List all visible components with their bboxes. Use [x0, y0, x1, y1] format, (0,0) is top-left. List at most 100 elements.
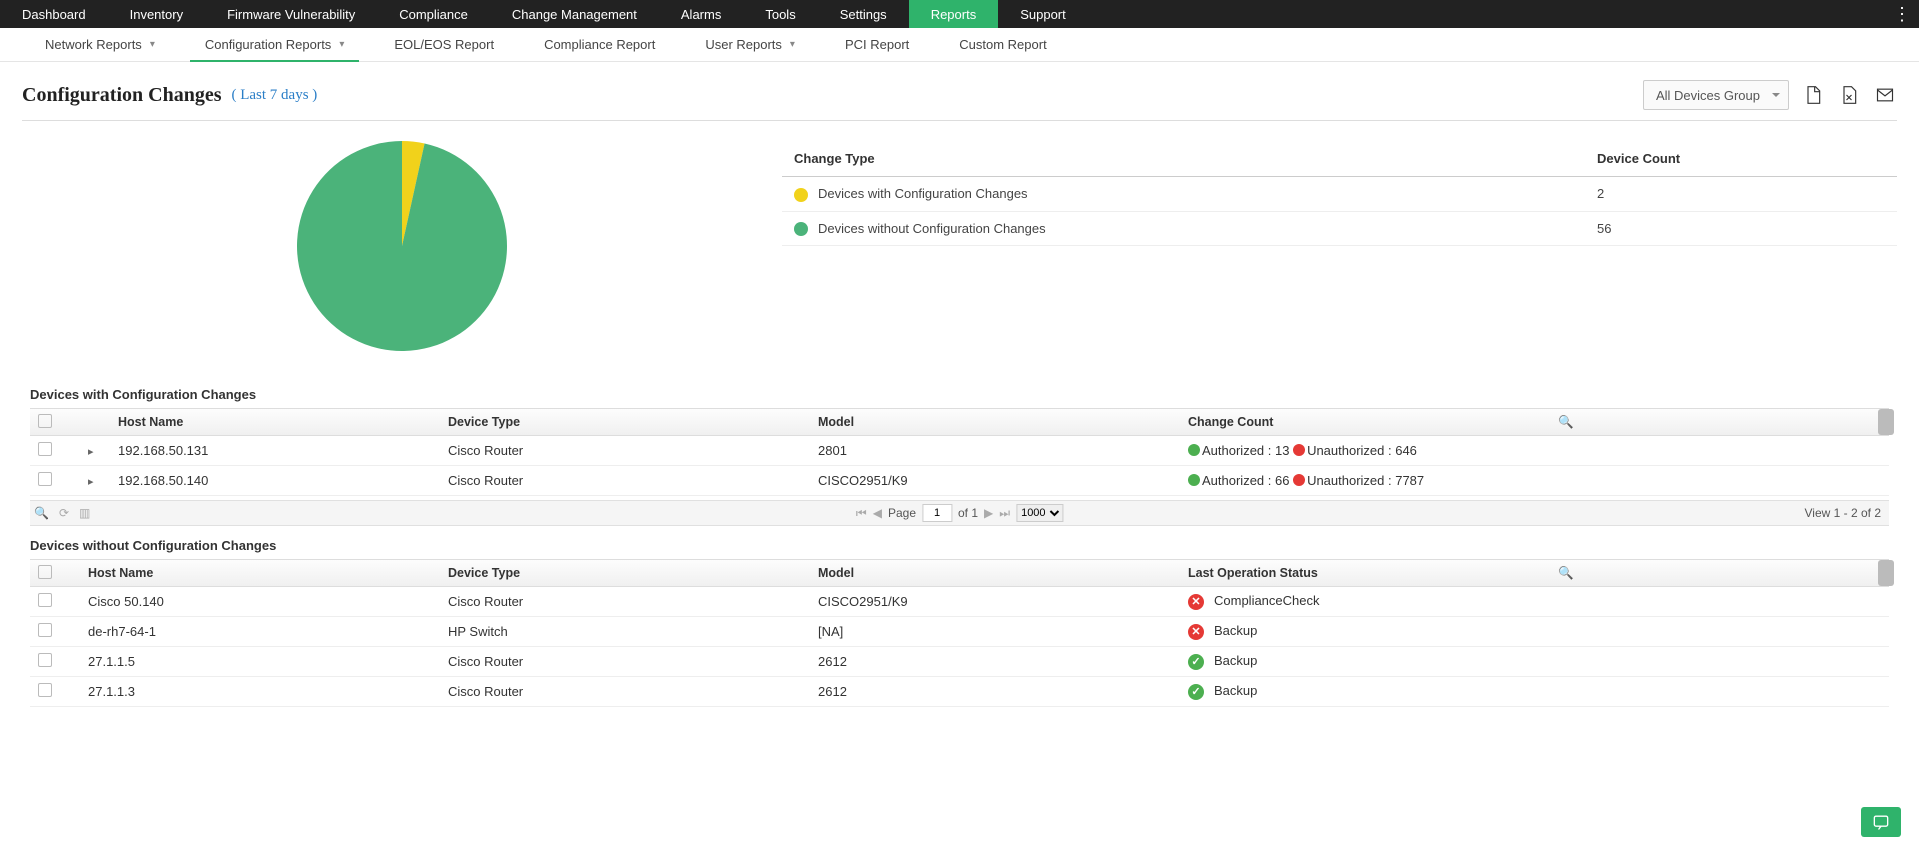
table-row[interactable]: 27.1.1.5Cisco Router2612✓Backup [30, 647, 1889, 677]
pager-columns-icon[interactable]: ▥ [79, 506, 90, 520]
subnav-eol-eos-report[interactable]: EOL/EOS Report [369, 28, 519, 61]
topnav-settings[interactable]: Settings [818, 0, 909, 28]
pie-slice[interactable] [297, 141, 507, 351]
subnav-compliance-report[interactable]: Compliance Report [519, 28, 680, 61]
cell-hostname: 192.168.50.140 [110, 473, 440, 488]
col-devicetype[interactable]: Device Type [440, 566, 810, 580]
col-model[interactable]: Model [810, 566, 1180, 580]
row-checkbox[interactable] [38, 683, 52, 697]
grid-header: Host Name Device Type Model Last Operati… [30, 559, 1889, 587]
email-icon[interactable] [1873, 83, 1897, 107]
pager-next-icon[interactable]: ▶ [984, 506, 993, 520]
unauthorized-icon [1293, 444, 1305, 456]
table-row[interactable]: Cisco 50.140Cisco RouterCISCO2951/K9✕Com… [30, 587, 1889, 617]
page-header: Configuration Changes ( Last 7 days ) Al… [0, 62, 1919, 120]
cell-hostname: Cisco 50.140 [80, 594, 440, 609]
subnav-custom-report[interactable]: Custom Report [934, 28, 1071, 61]
cell-status: ✕ComplianceCheck [1180, 593, 1550, 610]
select-all-checkbox[interactable] [38, 414, 52, 428]
cell-hostname: 192.168.50.131 [110, 443, 440, 458]
cell-hostname: 27.1.1.3 [80, 684, 440, 699]
row-checkbox[interactable] [38, 472, 52, 486]
subnav-pci-report[interactable]: PCI Report [820, 28, 934, 61]
cell-model: 2801 [810, 443, 1180, 458]
search-icon[interactable]: 🔍 [1550, 415, 1570, 430]
pager: 🔍 ⟳ ▥ ⏮ ◀ Page of 1 ▶ ⏭ 1000 View 1 - 2 … [30, 500, 1889, 526]
status-ok-icon: ✓ [1188, 684, 1204, 700]
pager-last-icon[interactable]: ⏭ [999, 506, 1010, 521]
cell-changecount: Authorized : 13 Unauthorized : 646 [1180, 443, 1550, 458]
topnav-dashboard[interactable]: Dashboard [0, 0, 108, 28]
topnav-tools[interactable]: Tools [743, 0, 817, 28]
cell-model: CISCO2951/K9 [810, 473, 1180, 488]
topnav-inventory[interactable]: Inventory [108, 0, 205, 28]
grid-scrollbar[interactable] [1878, 409, 1894, 435]
topnav-support[interactable]: Support [998, 0, 1088, 28]
pager-refresh-icon[interactable]: ⟳ [59, 506, 69, 520]
pager-size-select[interactable]: 1000 [1016, 504, 1063, 522]
expand-icon[interactable]: ▸ [88, 476, 94, 488]
top-nav: DashboardInventoryFirmware Vulnerability… [0, 0, 1919, 28]
col-hostname[interactable]: Host Name [110, 415, 440, 429]
subnav-user-reports[interactable]: User Reports▾ [680, 28, 820, 61]
cell-devicetype: Cisco Router [440, 654, 810, 669]
row-checkbox[interactable] [38, 442, 52, 456]
expand-icon[interactable]: ▸ [88, 446, 94, 458]
cell-changecount: Authorized : 66 Unauthorized : 7787 [1180, 473, 1550, 488]
table-row[interactable]: de-rh7-64-1HP Switch[NA]✕Backup [30, 617, 1889, 647]
search-icon[interactable]: 🔍 [1550, 566, 1570, 581]
section-title-with-changes: Devices with Configuration Changes [0, 381, 1919, 408]
pager-search-icon[interactable]: 🔍 [34, 506, 49, 520]
pie-chart [22, 141, 782, 351]
row-checkbox[interactable] [38, 593, 52, 607]
col-hostname[interactable]: Host Name [80, 566, 440, 580]
cell-devicetype: Cisco Router [440, 594, 810, 609]
legend-dot-icon [794, 222, 808, 236]
legend-header-type: Change Type [782, 141, 1585, 177]
legend-row: Devices without Configuration Changes56 [782, 211, 1897, 246]
pager-first-icon[interactable]: ⏮ [856, 506, 867, 521]
col-status[interactable]: Last Operation Status [1180, 566, 1550, 580]
table-row[interactable]: ▸192.168.50.140Cisco RouterCISCO2951/K9A… [30, 466, 1889, 496]
device-group-label: All Devices Group [1656, 88, 1760, 103]
status-ok-icon: ✓ [1188, 654, 1204, 670]
cell-model: CISCO2951/K9 [810, 594, 1180, 609]
chart-area: Change Type Device Count Devices with Co… [0, 121, 1919, 381]
table-row[interactable]: 27.1.1.3Cisco Router2612✓Backup [30, 677, 1889, 707]
table-row[interactable]: ▸192.168.50.131Cisco Router2801Authorize… [30, 436, 1889, 466]
col-changecount[interactable]: Change Count [1180, 415, 1550, 429]
device-group-select[interactable]: All Devices Group [1643, 80, 1789, 110]
topnav-reports[interactable]: Reports [909, 0, 999, 28]
topnav-alarms[interactable]: Alarms [659, 0, 743, 28]
status-error-icon: ✕ [1188, 594, 1204, 610]
legend-dot-icon [794, 188, 808, 202]
cell-hostname: 27.1.1.5 [80, 654, 440, 669]
pager-of-label: of 1 [958, 506, 978, 520]
grid-with-changes: Host Name Device Type Model Change Count… [30, 408, 1889, 496]
pager-view-label: View 1 - 2 of 2 [1805, 506, 1890, 520]
topnav-change-management[interactable]: Change Management [490, 0, 659, 28]
col-devicetype[interactable]: Device Type [440, 415, 810, 429]
row-checkbox[interactable] [38, 653, 52, 667]
more-menu-icon[interactable]: ⋮ [1893, 0, 1911, 28]
grid-scrollbar[interactable] [1878, 560, 1894, 586]
authorized-icon [1188, 474, 1200, 486]
help-chat-button[interactable] [1861, 807, 1901, 837]
time-range[interactable]: ( Last 7 days ) [231, 87, 317, 104]
chevron-down-icon: ▾ [150, 39, 155, 50]
export-pdf-icon[interactable] [1801, 83, 1825, 107]
topnav-compliance[interactable]: Compliance [377, 0, 490, 28]
row-checkbox[interactable] [38, 623, 52, 637]
export-xls-icon[interactable] [1837, 83, 1861, 107]
select-all-checkbox[interactable] [38, 565, 52, 579]
col-model[interactable]: Model [810, 415, 1180, 429]
legend-row: Devices with Configuration Changes2 [782, 177, 1897, 212]
subnav-configuration-reports[interactable]: Configuration Reports▾ [180, 28, 370, 61]
pager-prev-icon[interactable]: ◀ [873, 506, 882, 520]
topnav-firmware-vulnerability[interactable]: Firmware Vulnerability [205, 0, 377, 28]
subnav-network-reports[interactable]: Network Reports▾ [20, 28, 180, 61]
legend-header-count: Device Count [1585, 141, 1897, 177]
cell-status: ✕Backup [1180, 623, 1550, 640]
cell-devicetype: HP Switch [440, 624, 810, 639]
pager-page-input[interactable] [922, 504, 952, 522]
